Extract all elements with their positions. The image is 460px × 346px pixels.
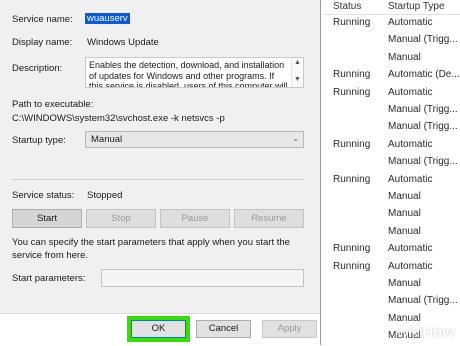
list-item[interactable]: Running Automatic xyxy=(323,15,460,31)
wikihow-watermark: wikiHow xyxy=(397,324,454,341)
display-name-label: Display name: xyxy=(12,37,73,48)
path-value[interactable]: C:\WINDOWS\system32\svchost.exe -k netsv… xyxy=(12,113,225,124)
startup-type-value: Manual xyxy=(91,134,123,145)
row-status: Running xyxy=(333,17,371,28)
startup-type-label: Startup type: xyxy=(12,135,66,146)
row-startup-type: Manual xyxy=(388,51,421,63)
row-startup-type: Automatic xyxy=(388,17,433,28)
stop-button[interactable]: Stop xyxy=(86,209,156,228)
row-startup-type: Automatic xyxy=(388,86,433,98)
list-item[interactable]: Manual xyxy=(323,50,460,66)
startup-type-column-header[interactable]: Startup Type xyxy=(388,1,445,12)
list-item[interactable]: Manual xyxy=(323,189,460,205)
startup-type-select[interactable]: Manual ⌄ xyxy=(85,131,304,148)
services-list: Status Startup Type Running Automatic Manu… xyxy=(323,0,460,345)
row-status: Running xyxy=(333,243,371,255)
dialog-footer: OK Cancel Apply xyxy=(0,313,320,346)
description-scrollbar[interactable]: ▲ ▼ xyxy=(291,58,303,87)
path-label: Path to executable: xyxy=(12,99,94,110)
list-item[interactable]: Running Automatic (De... xyxy=(323,67,460,83)
start-params-label: Start parameters: xyxy=(12,273,86,284)
row-startup-type: Manual xyxy=(388,191,421,202)
start-params-input[interactable] xyxy=(101,269,304,287)
row-status: Running xyxy=(333,86,371,98)
service-properties-dialog: Service name: wuauserv Display name: Win… xyxy=(0,0,321,346)
list-item[interactable]: Running Automatic xyxy=(323,172,460,188)
divider xyxy=(12,179,304,180)
watermark-suffix: How xyxy=(422,324,454,341)
row-status: Running xyxy=(333,69,371,81)
row-startup-type: Manual (Trigg... xyxy=(388,156,458,168)
list-item[interactable]: Manual (Trigg... xyxy=(323,154,460,170)
apply-button[interactable]: Apply xyxy=(262,320,317,338)
description-box[interactable]: Enables the detection, download, and ins… xyxy=(85,57,304,88)
list-item[interactable]: Manual xyxy=(323,206,460,222)
list-item[interactable]: Manual xyxy=(323,276,460,292)
list-item[interactable]: Running Automatic xyxy=(323,259,460,275)
start-button[interactable]: Start xyxy=(12,209,82,228)
row-status: Running xyxy=(333,138,371,150)
service-name-value[interactable]: wuauserv xyxy=(85,13,130,24)
description-text: Enables the detection, download, and ins… xyxy=(89,60,288,88)
list-item[interactable]: Manual (Trigg... xyxy=(323,119,460,135)
watermark-prefix: wiki xyxy=(397,324,423,341)
pause-button[interactable]: Pause xyxy=(160,209,230,228)
row-startup-type: Manual (Trigg... xyxy=(388,121,458,133)
row-status: Running xyxy=(333,173,371,185)
row-startup-type: Manual (Trigg... xyxy=(388,295,458,307)
row-startup-type: Manual xyxy=(388,208,421,220)
row-startup-type: Automatic (De... xyxy=(388,69,460,81)
row-startup-type: Automatic xyxy=(388,243,433,255)
row-startup-type: Automatic xyxy=(388,173,433,185)
row-startup-type: Manual (Trigg... xyxy=(388,104,458,115)
list-item[interactable]: Running Automatic xyxy=(323,241,460,257)
resume-button[interactable]: Resume xyxy=(234,209,304,228)
service-status-label: Service status: xyxy=(12,190,75,201)
row-startup-type: Manual (Trigg... xyxy=(388,34,458,46)
start-params-hint: You can specify the start parameters tha… xyxy=(12,237,290,261)
cancel-button[interactable]: Cancel xyxy=(196,320,251,338)
status-column-header[interactable]: Status xyxy=(333,1,361,12)
scroll-down-icon[interactable]: ▼ xyxy=(294,76,301,83)
row-startup-type: Manual xyxy=(388,312,421,324)
description-label: Description: xyxy=(12,63,63,74)
list-item[interactable]: Running Automatic xyxy=(323,85,460,101)
list-item[interactable]: Running Automatic xyxy=(323,137,460,153)
row-startup-type: Manual xyxy=(388,278,421,289)
chevron-down-icon: ⌄ xyxy=(292,134,299,143)
list-item[interactable]: Manual (Trigg... xyxy=(323,32,460,48)
ok-button[interactable]: OK xyxy=(131,320,186,338)
row-startup-type: Automatic xyxy=(388,260,433,272)
list-item[interactable]: Manual xyxy=(323,224,460,240)
row-startup-type: Automatic xyxy=(388,138,433,150)
list-item[interactable]: Manual (Trigg... xyxy=(323,102,460,118)
row-startup-type: Manual xyxy=(388,225,421,237)
services-list-header: Status Startup Type xyxy=(323,0,460,15)
service-name-label: Service name: xyxy=(12,14,73,25)
display-name-value[interactable]: Windows Update xyxy=(87,37,159,48)
service-status-value: Stopped xyxy=(87,190,123,201)
row-status: Running xyxy=(333,260,371,272)
scroll-up-icon[interactable]: ▲ xyxy=(294,59,301,66)
list-item[interactable]: Manual (Trigg... xyxy=(323,293,460,309)
